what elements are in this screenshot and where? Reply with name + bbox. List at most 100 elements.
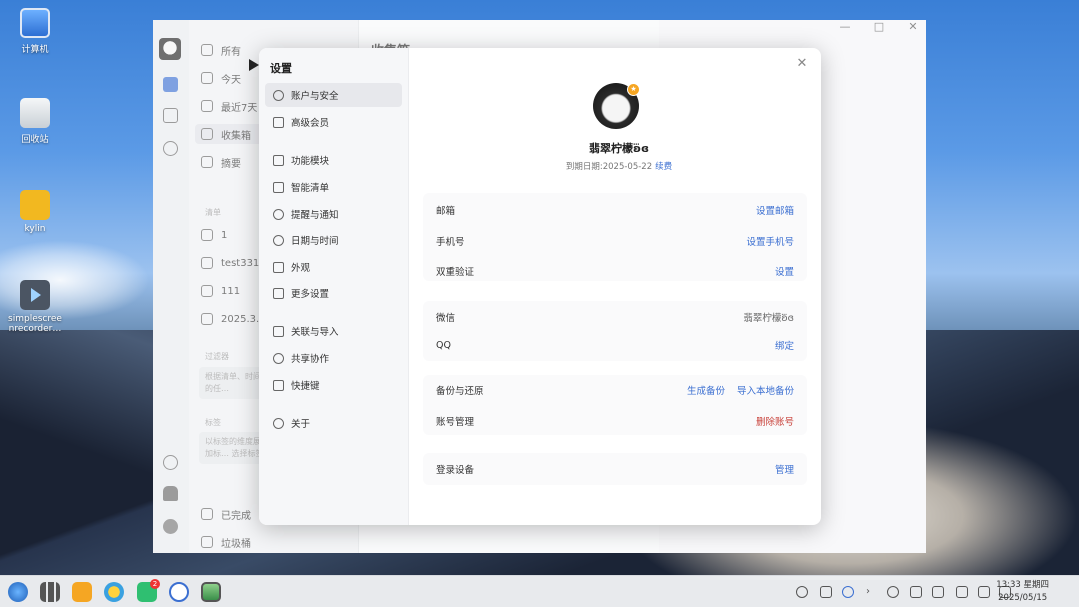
taskbar-clock[interactable]: 13:33 星期四 2025/05/15 <box>996 579 1049 605</box>
menu-item-label: 共享协作 <box>291 354 330 365</box>
video-recorder-icon <box>20 280 50 310</box>
row-two-factor: 双重验证 设置 <box>423 261 807 281</box>
menu-item-label: 关于 <box>291 419 311 430</box>
settings-menu-modules[interactable]: 功能模块 <box>265 148 402 172</box>
search-icon[interactable] <box>887 586 899 598</box>
monitor-icon <box>20 8 50 38</box>
ticktick-tray-icon[interactable] <box>842 586 854 598</box>
menu-item-label: 外观 <box>291 263 311 274</box>
two-factor-label: 双重验证 <box>436 267 475 278</box>
manage-devices-link[interactable]: 管理 <box>775 462 794 476</box>
input-method-icon[interactable] <box>956 586 968 598</box>
delete-account-link[interactable]: 删除账号 <box>756 414 794 428</box>
settings-menu-date-time[interactable]: 日期与时间 <box>265 228 402 252</box>
volume-mute-icon[interactable] <box>932 586 944 598</box>
desktop-icon-computer[interactable]: 计算机 <box>0 8 70 55</box>
clock-date: 2025/05/15 <box>998 593 1048 603</box>
mouse-cursor <box>249 59 259 71</box>
more-settings-icon <box>273 287 284 299</box>
wechat-label: 微信 <box>436 313 456 324</box>
menu-item-label: 智能清单 <box>291 183 330 194</box>
desktop-icon-trash[interactable]: 回收站 <box>0 98 70 145</box>
file-manager-icon[interactable] <box>72 582 92 602</box>
settings-menu-about[interactable]: 关于 <box>265 411 402 435</box>
settings-menu-account-security[interactable]: 账户与安全 <box>265 83 402 107</box>
membership-expiry: 到期日期:2025-05-22 续费 <box>519 160 719 172</box>
keyboard-icon <box>273 379 284 391</box>
settings-menu-appearance[interactable]: 外观 <box>265 255 402 279</box>
row-backup: 备份与还原 生成备份 导入本地备份 <box>423 380 807 400</box>
multitask-view-icon[interactable] <box>40 582 60 602</box>
menu-item-label: 快捷键 <box>291 381 320 392</box>
login-devices-label: 登录设备 <box>436 465 475 476</box>
settings-menu-more[interactable]: 更多设置 <box>265 281 402 305</box>
row-account-management: 账号管理 删除账号 <box>423 411 807 431</box>
desktop-icon-simplescreenrecorder[interactable]: simplescree nrecorder… <box>0 280 70 334</box>
image-viewer-icon[interactable] <box>201 582 221 602</box>
filter-icon <box>273 181 284 193</box>
clock-icon <box>273 234 284 246</box>
network-icon[interactable] <box>978 586 990 598</box>
appearance-icon <box>273 261 284 273</box>
ticktick-icon[interactable] <box>169 582 189 602</box>
expiry-date: 到期日期:2025-05-22 <box>565 162 653 172</box>
backup-actions: 生成备份 导入本地备份 <box>687 383 794 397</box>
start-menu-icon[interactable] <box>8 582 28 602</box>
settings-menu-reminders[interactable]: 提醒与通知 <box>265 202 402 226</box>
import-icon <box>273 325 284 337</box>
row-phone: 手机号 设置手机号 <box>423 231 807 251</box>
renew-link[interactable]: 续费 <box>655 162 672 172</box>
bell-icon <box>273 208 284 220</box>
menu-item-label: 关联与导入 <box>291 327 339 338</box>
import-backup-link[interactable]: 导入本地备份 <box>737 383 794 397</box>
settings-group-contact: 邮箱 设置邮箱 手机号 设置手机号 双重验证 设置 <box>423 193 807 281</box>
row-wechat: 微信 翡翠柠檬ʚ⃛ɞ <box>423 307 807 327</box>
settings-title: 设置 <box>270 62 292 75</box>
unread-badge: 2 <box>150 579 160 589</box>
chevron-right-icon[interactable]: › <box>866 586 878 598</box>
phone-label: 手机号 <box>436 237 465 248</box>
desktop-icon-label: 回收站 <box>21 135 49 145</box>
clipboard-icon[interactable] <box>820 586 832 598</box>
info-icon <box>273 417 284 429</box>
browser-icon[interactable] <box>104 582 124 602</box>
email-label: 邮箱 <box>436 206 456 217</box>
menu-item-label: 账户与安全 <box>291 91 339 102</box>
settings-group-devices: 登录设备 管理 <box>423 453 807 485</box>
folder-icon <box>20 190 50 220</box>
desktop-icon-label-line1: simplescree <box>8 314 62 324</box>
backup-label: 备份与还原 <box>436 386 484 397</box>
row-email: 邮箱 设置邮箱 <box>423 200 807 220</box>
messenger-icon[interactable]: 2 <box>137 579 160 602</box>
settings-menu-shortcuts[interactable]: 快捷键 <box>265 373 402 397</box>
generate-backup-link[interactable]: 生成备份 <box>687 383 725 397</box>
settings-dialog: 设置 账户与安全 高级会员 功能模块 智能清单 提醒与通知 日期与时间 外观 更… <box>259 48 821 525</box>
settings-menu-premium[interactable]: 高级会员 <box>265 110 402 134</box>
desktop-icon-label-line2: nrecorder… <box>8 324 62 334</box>
settings-menu-import[interactable]: 关联与导入 <box>265 319 402 343</box>
wechat-value: 翡翠柠檬ʚ⃛ɞ <box>743 313 794 324</box>
set-two-factor-link[interactable]: 设置 <box>775 264 794 278</box>
desktop-icon-label: kylin <box>24 224 46 234</box>
account-management-label: 账号管理 <box>436 417 475 428</box>
settings-menu-smart-lists[interactable]: 智能清单 <box>265 175 402 199</box>
desktop-icon-label: 计算机 <box>21 45 49 55</box>
weather-icon[interactable] <box>796 586 808 598</box>
desktop-icon-kylin-folder[interactable]: kylin <box>0 190 70 234</box>
menu-item-label: 高级会员 <box>291 118 330 129</box>
settings-group-data: 备份与还原 生成备份 导入本地备份 账号管理 删除账号 <box>423 375 807 435</box>
close-icon[interactable]: ✕ <box>795 57 809 71</box>
username: 翡翠柠檬ʚ⃛ɞ <box>588 142 650 155</box>
settings-menu-collaboration[interactable]: 共享协作 <box>265 346 402 370</box>
taskbar: 2 › 13:33 星期四 2025/05/15 <box>0 575 1079 607</box>
set-email-link[interactable]: 设置邮箱 <box>756 203 794 217</box>
crown-icon <box>273 116 284 128</box>
user-circle-icon <box>273 89 284 101</box>
menu-item-label: 日期与时间 <box>291 236 339 247</box>
menu-item-label: 提醒与通知 <box>291 210 339 221</box>
clock-time: 13:33 星期四 <box>996 580 1049 590</box>
screenshot-icon[interactable] <box>910 586 922 598</box>
bind-qq-link[interactable]: 绑定 <box>775 338 794 352</box>
row-qq: QQ 绑定 <box>423 335 807 355</box>
set-phone-link[interactable]: 设置手机号 <box>746 234 794 248</box>
